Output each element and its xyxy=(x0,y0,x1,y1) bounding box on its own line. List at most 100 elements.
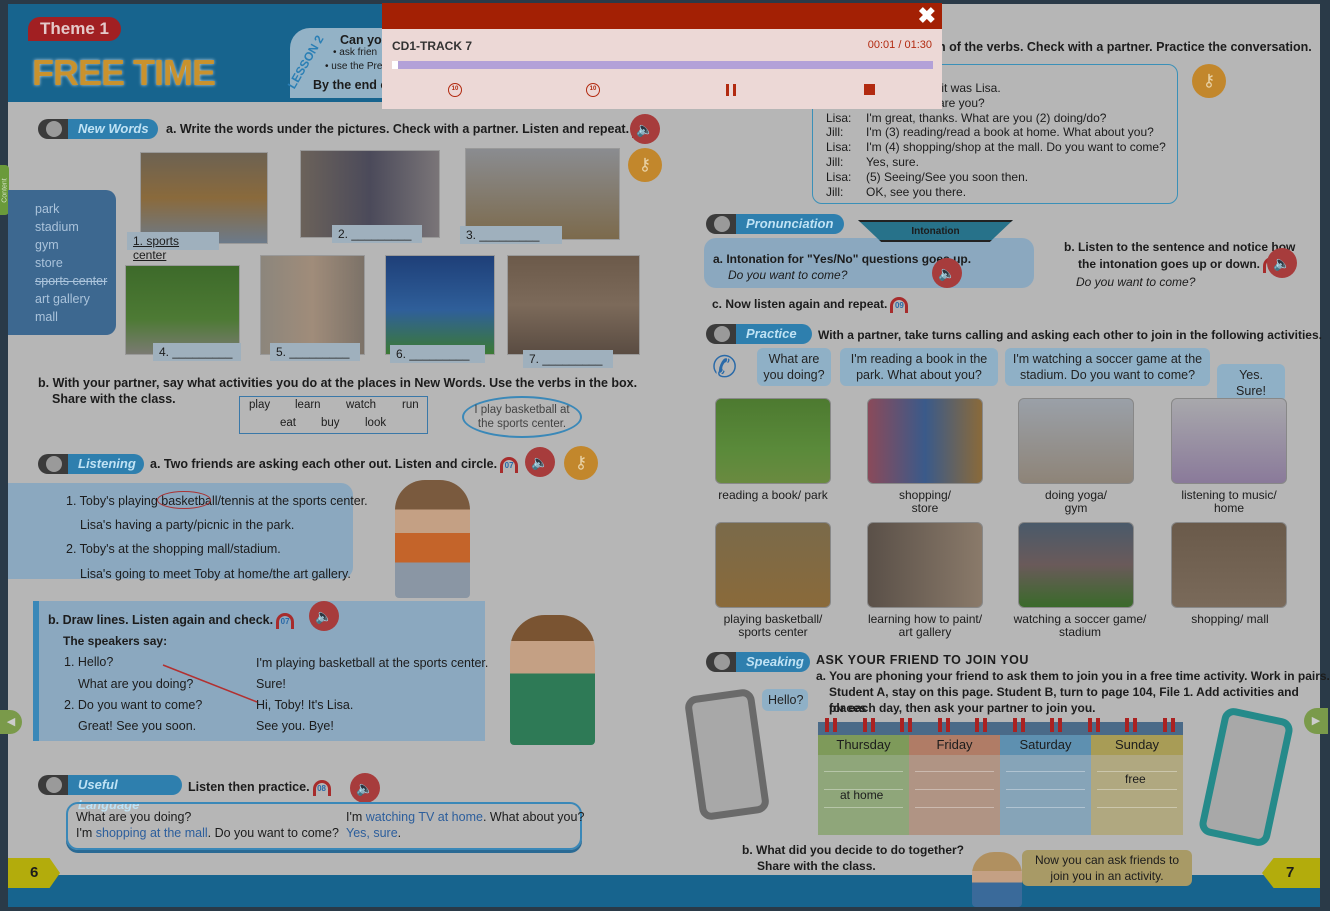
new-words-icon xyxy=(46,121,62,137)
ring xyxy=(1162,718,1175,732)
activity-caption: playing basketball/ sports center xyxy=(723,612,823,639)
audio-speaker-button[interactable]: 🔈 xyxy=(1267,248,1297,278)
cd-icon: 08 xyxy=(312,779,331,796)
activity-caption: doing yoga/ gym xyxy=(1044,488,1108,515)
activity-image xyxy=(1018,522,1134,608)
speech-bubble: Yes. Sure! xyxy=(1217,364,1285,402)
activity-image xyxy=(715,398,831,484)
day-entry[interactable]: free xyxy=(1125,771,1146,787)
word-item: stadium xyxy=(35,220,79,234)
caption-6[interactable]: 6. _________ xyxy=(390,345,485,363)
headphones-icon xyxy=(46,456,62,472)
activity-image xyxy=(715,522,831,608)
objective-footer: By the end of xyxy=(313,78,393,92)
pron-a-example: Do you want to come? xyxy=(728,268,848,282)
activity-caption: shopping/ store xyxy=(898,488,952,515)
unit-title: FREE TIME xyxy=(32,52,216,93)
ring xyxy=(825,718,837,732)
day-column-thursday: Thursday at home xyxy=(818,735,909,835)
chat-icon xyxy=(714,326,730,342)
verb: learn xyxy=(295,399,321,411)
dialogue-line: Jill: I'm (3) reading/read a book at home… xyxy=(826,125,1166,140)
day-header: Friday xyxy=(909,735,1000,755)
progress-bar[interactable] xyxy=(392,61,933,69)
ring xyxy=(975,718,987,732)
audio-speaker-button[interactable]: 🔈 xyxy=(525,447,555,477)
dialogue-text: I'm (4) shopping/shop at the mall. Do yo… xyxy=(866,140,1166,155)
close-icon[interactable]: ✖ xyxy=(918,4,936,28)
calendar-rings xyxy=(825,718,1185,732)
dialogue-text: OK, see you there. xyxy=(866,184,967,199)
forward-10-button[interactable]: 10 xyxy=(586,83,600,97)
word-item: store xyxy=(35,256,63,270)
day-entry[interactable]: at home xyxy=(840,787,883,803)
word-item: gym xyxy=(35,238,59,252)
ring xyxy=(862,718,875,732)
section-label-pronunciation: Pronunciation xyxy=(706,214,844,234)
answer-key-button[interactable]: ⚷ xyxy=(628,148,662,182)
cd-icon: 07 xyxy=(500,456,519,473)
theme-badge: Theme 1 xyxy=(28,17,121,41)
page-number-right: 7 xyxy=(1262,858,1320,888)
ring xyxy=(1050,718,1062,732)
speaker-name: Lisa: xyxy=(826,110,852,125)
rewind-10-button[interactable]: 10 xyxy=(448,83,462,97)
instruction-text: a. Write the words under the pictures. C… xyxy=(166,122,630,136)
photo-art-gallery xyxy=(260,255,365,355)
audio-player: ✖ CD1-TRACK 7 00:01 / 01:30 10 10 xyxy=(382,3,942,109)
activity-image xyxy=(1018,398,1134,484)
cd-icon: 07 xyxy=(276,612,295,629)
answer-key-button[interactable]: ⚷ xyxy=(1192,64,1226,98)
speaker-name: Lisa: xyxy=(826,169,852,184)
speaking-label: Speaking xyxy=(746,654,804,669)
verbs-instruction: n of the verbs. Check with a partner. Pr… xyxy=(938,40,1312,54)
audio-speaker-button[interactable]: 🔈 xyxy=(309,601,339,631)
audio-speaker-button[interactable]: 🔈 xyxy=(630,114,660,144)
instruction-text: a. Two friends are asking each other out… xyxy=(150,457,498,471)
speaker-name: Jill: xyxy=(826,184,844,199)
verb-box: play learn watch run eat buy look xyxy=(239,396,428,434)
next-page-button[interactable]: ▶ xyxy=(1304,708,1328,734)
track-time: 00:01 / 01:30 xyxy=(867,39,932,51)
new-words-instruction: a. Write the words under the pictures. C… xyxy=(166,121,651,138)
audio-speaker-button[interactable]: 🔈 xyxy=(932,258,962,288)
page-number-left: 6 xyxy=(8,858,60,888)
caption-5[interactable]: 5. _________ xyxy=(270,343,360,361)
audio-speaker-button[interactable]: 🔈 xyxy=(350,773,380,803)
answer-key-button[interactable]: ⚷ xyxy=(564,446,598,480)
listening-instruction: a. Two friends are asking each other out… xyxy=(150,456,519,473)
stop-button[interactable] xyxy=(864,84,875,95)
section-label-new-words: New Words xyxy=(38,119,158,139)
pause-button[interactable] xyxy=(726,84,736,96)
speaking-b2: Share with the class. xyxy=(757,859,876,873)
section-label-speaking: Speaking xyxy=(706,652,810,672)
speaking-b1: b. What did you decide to do together? xyxy=(742,843,964,857)
caption-2[interactable]: 2. _________ xyxy=(332,225,422,243)
dialogue-text: I'm (3) reading/read a book at home. Wha… xyxy=(866,125,1154,140)
day-header: Thursday xyxy=(818,735,909,755)
verb: eat xyxy=(280,417,296,429)
speaking-a3: for each day, then ask your partner to j… xyxy=(829,701,1096,715)
pron-c: c. Now listen again and repeat. 09 xyxy=(712,296,909,313)
key-icon xyxy=(46,777,62,793)
word-item: mall xyxy=(35,310,58,324)
useful-instruction: Listen then practice. 08 xyxy=(188,779,331,796)
boy-on-phone-image xyxy=(395,480,470,598)
verb: run xyxy=(402,399,419,411)
verb: buy xyxy=(321,417,340,429)
photo-stadium xyxy=(385,255,495,355)
ring xyxy=(1012,718,1025,732)
section-label-practice: Practice xyxy=(706,324,812,344)
speaker-left-line: 1. Hello? xyxy=(64,655,114,669)
practice-label: Practice xyxy=(746,326,797,341)
speaker-name: Jill: xyxy=(826,154,844,169)
new-words-label: New Words xyxy=(78,121,149,136)
caption-3[interactable]: 3. _________ xyxy=(460,226,562,244)
caption-4[interactable]: 4. _________ xyxy=(153,343,241,361)
pronunciation-label: Pronunciation xyxy=(746,216,834,231)
dialogue-text: /it was Lisa. xyxy=(938,81,1001,95)
girl-on-phone-image xyxy=(510,615,595,745)
day-column-saturday: Saturday xyxy=(1000,735,1091,835)
dialogue-text: Yes, sure. xyxy=(866,154,919,169)
caption-7[interactable]: 7. _________ xyxy=(523,350,613,368)
